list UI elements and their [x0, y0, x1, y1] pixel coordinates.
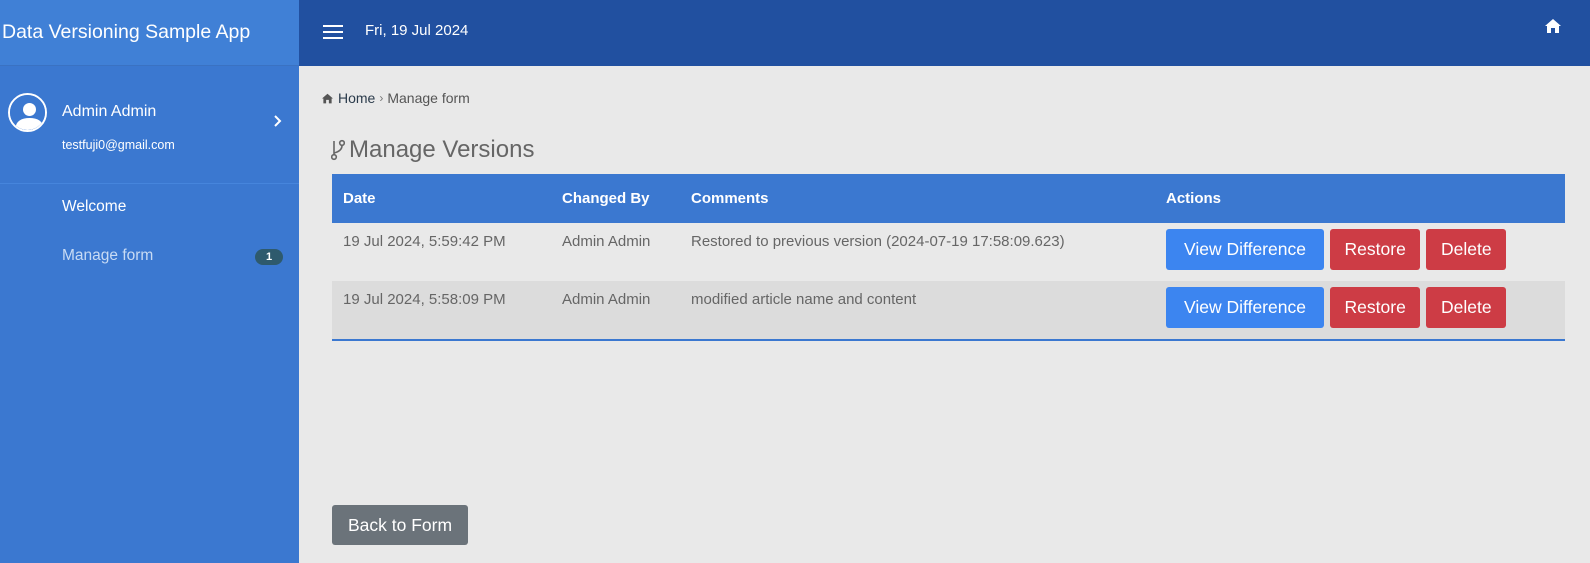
column-header-actions: Actions — [1166, 190, 1222, 207]
delete-button[interactable]: Delete — [1426, 229, 1507, 270]
restore-button[interactable]: Restore — [1330, 229, 1421, 270]
menu-icon[interactable] — [323, 25, 343, 41]
sidebar-item-manage-form[interactable]: Manage form — [62, 247, 153, 265]
cell-actions: View Difference Restore Delete — [1155, 281, 1565, 339]
column-header-comments: Comments — [691, 190, 769, 207]
view-difference-button[interactable]: View Difference — [1166, 229, 1324, 270]
cell-date: 19 Jul 2024, 5:59:42 PM — [343, 233, 506, 250]
avatar-icon — [8, 93, 47, 132]
cell-comments: modified article name and content — [691, 291, 917, 308]
current-date: Fri, 19 Jul 2024 — [365, 22, 469, 39]
home-icon[interactable] — [1544, 18, 1562, 36]
cell-actions: View Difference Restore Delete — [1155, 223, 1565, 281]
table-bottom-border — [332, 339, 1565, 341]
versions-table: Date Changed By Comments Actions 19 Jul … — [332, 174, 1565, 341]
delete-button[interactable]: Delete — [1426, 287, 1507, 328]
cell-comments: Restored to previous version (2024-07-19… — [691, 233, 1065, 250]
column-header-changed-by: Changed By — [562, 190, 650, 207]
sidebar-item-welcome[interactable]: Welcome — [62, 198, 126, 216]
sidebar: Data Versioning Sample App Admin Admin t… — [0, 0, 299, 563]
table-header-row: Date Changed By Comments Actions — [332, 174, 1565, 223]
sidebar-item-badge: 1 — [255, 249, 283, 265]
cell-changed-by: Admin Admin — [562, 233, 651, 250]
chevron-right-icon[interactable] — [273, 114, 283, 133]
breadcrumb-home-label[interactable]: Home — [338, 90, 375, 106]
chevron-right-icon: › — [379, 91, 384, 105]
breadcrumb-current: Manage form — [387, 90, 470, 106]
breadcrumb: Home › Manage form — [321, 90, 470, 106]
user-name: Admin Admin — [62, 103, 157, 120]
page-title-text: Manage Versions — [349, 136, 535, 163]
user-email: testfuji0@gmail.com — [62, 138, 175, 152]
main-content: Home › Manage form Manage Versions Date … — [299, 66, 1590, 563]
table-row: 19 Jul 2024, 5:59:42 PM Admin Admin Rest… — [332, 223, 1565, 281]
view-difference-button[interactable]: View Difference — [1166, 287, 1324, 328]
branch-icon — [331, 139, 345, 161]
restore-button[interactable]: Restore — [1330, 287, 1421, 328]
user-panel[interactable]: Admin Admin testfuji0@gmail.com — [0, 66, 299, 184]
app-title[interactable]: Data Versioning Sample App — [0, 0, 299, 66]
home-icon — [322, 93, 333, 103]
column-header-date: Date — [343, 190, 376, 207]
page-title: Manage Versions — [331, 136, 534, 164]
table-row: 19 Jul 2024, 5:58:09 PM Admin Admin modi… — [332, 281, 1565, 339]
back-to-form-button[interactable]: Back to Form — [332, 505, 468, 545]
cell-date: 19 Jul 2024, 5:58:09 PM — [343, 291, 506, 308]
cell-changed-by: Admin Admin — [562, 291, 651, 308]
topbar: Fri, 19 Jul 2024 — [299, 0, 1590, 66]
breadcrumb-home[interactable]: Home — [321, 90, 375, 106]
